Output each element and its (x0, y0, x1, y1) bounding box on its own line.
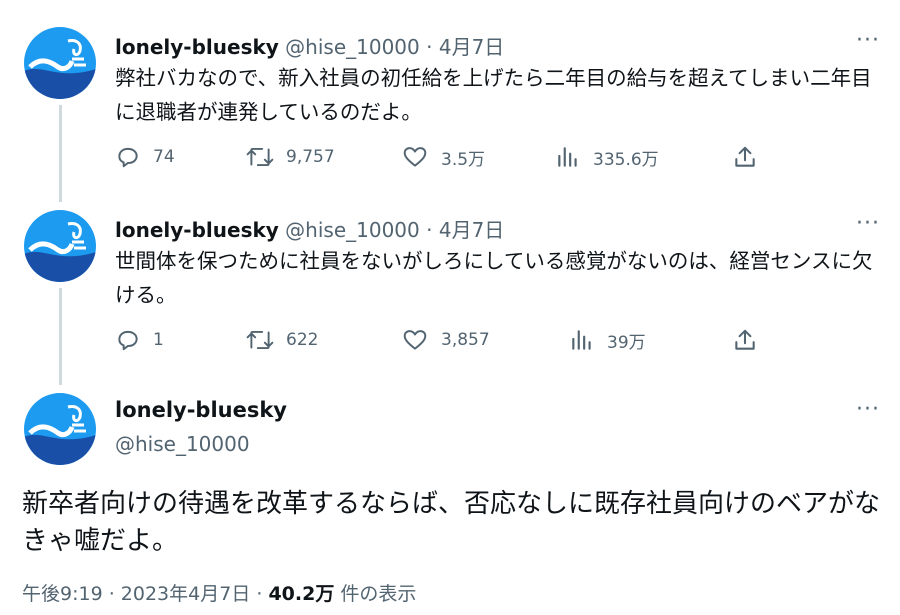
views-label: 件の表示 (334, 583, 417, 605)
retweet-button[interactable]: 622 (246, 327, 318, 353)
author-handle[interactable]: @hise_10000 (285, 35, 420, 59)
more-icon[interactable]: ··· (856, 30, 880, 52)
avatar-logo-icon (24, 27, 96, 99)
reply-icon (118, 330, 138, 351)
share-icon (735, 329, 755, 350)
author-name[interactable]: lonely-bluesky (115, 218, 279, 242)
tweet-actions: 1 622 3,857 39万 (115, 327, 775, 357)
tweet-text: 弊社バカなので、新入社員の初任給を上げたら二年目の給与を超えてしまい二年目に退職… (115, 66, 872, 124)
tweet-header: lonely-bluesky @hise_10000 · 4月7日 (115, 214, 504, 243)
reply-button[interactable]: 1 (115, 327, 164, 353)
share-icon (735, 146, 755, 167)
views-count: 335.6万 (593, 149, 659, 170)
more-icon[interactable]: ··· (856, 213, 880, 235)
views-button[interactable]: 335.6万 (555, 144, 659, 170)
views-count: 39万 (607, 332, 646, 353)
author-name[interactable]: lonely-bluesky (115, 35, 279, 59)
reply-count: 1 (153, 330, 164, 350)
retweet-icon (246, 147, 274, 167)
retweet-icon (246, 330, 274, 350)
thread-line (59, 288, 62, 385)
avatar[interactable] (24, 27, 96, 99)
reply-button[interactable]: 74 (115, 144, 175, 170)
like-count: 3.5万 (441, 149, 486, 170)
tweet-date[interactable]: 4月7日 (439, 218, 504, 242)
tweet-header: lonely-bluesky @hise_10000 · 4月7日 (115, 31, 504, 60)
reply-icon (118, 147, 138, 168)
more-icon[interactable]: ··· (856, 399, 880, 421)
retweet-button[interactable]: 9,757 (246, 144, 335, 170)
like-count: 3,857 (441, 330, 490, 350)
author-handle[interactable]: @hise_10000 (115, 432, 250, 456)
retweet-count: 622 (286, 330, 319, 350)
author-handle[interactable]: @hise_10000 (285, 218, 420, 242)
main-tweet-text: 新卒者向けの待遇を改革するならば、否応なしに既存社員向けのベアがなきゃ嘘だよ。 (22, 489, 881, 556)
tweet-timestamp[interactable]: 午後9:19 · 2023年4月7日 · (22, 583, 268, 605)
separator-dot: · (426, 218, 433, 242)
tweet-meta: 午後9:19 · 2023年4月7日 · 40.2万 件の表示 (22, 579, 416, 606)
like-button[interactable]: 3,857 (401, 327, 490, 353)
avatar-logo-icon (24, 393, 96, 465)
like-icon (403, 330, 427, 350)
like-icon (403, 147, 427, 167)
tweet-text: 世間体を保つために社員をないがしろにしている感覚がないのは、経営センスに欠ける。 (115, 249, 873, 307)
thread-line (59, 105, 62, 202)
author-name[interactable]: lonely-bluesky (115, 398, 287, 422)
views-count[interactable]: 40.2万 (268, 583, 334, 605)
views-button[interactable]: 39万 (569, 327, 646, 353)
retweet-count: 9,757 (286, 147, 335, 167)
views-icon (558, 147, 577, 167)
share-button[interactable] (732, 327, 758, 353)
views-icon (572, 330, 591, 350)
reply-count: 74 (153, 147, 175, 167)
tweet-actions: 74 9,757 3.5万 335.6万 (115, 144, 775, 174)
avatar-logo-icon (24, 210, 96, 282)
share-button[interactable] (732, 144, 758, 170)
separator-dot: · (426, 35, 433, 59)
tweet-date[interactable]: 4月7日 (439, 35, 504, 59)
like-button[interactable]: 3.5万 (401, 144, 485, 170)
avatar[interactable] (24, 210, 96, 282)
avatar[interactable] (24, 393, 96, 465)
